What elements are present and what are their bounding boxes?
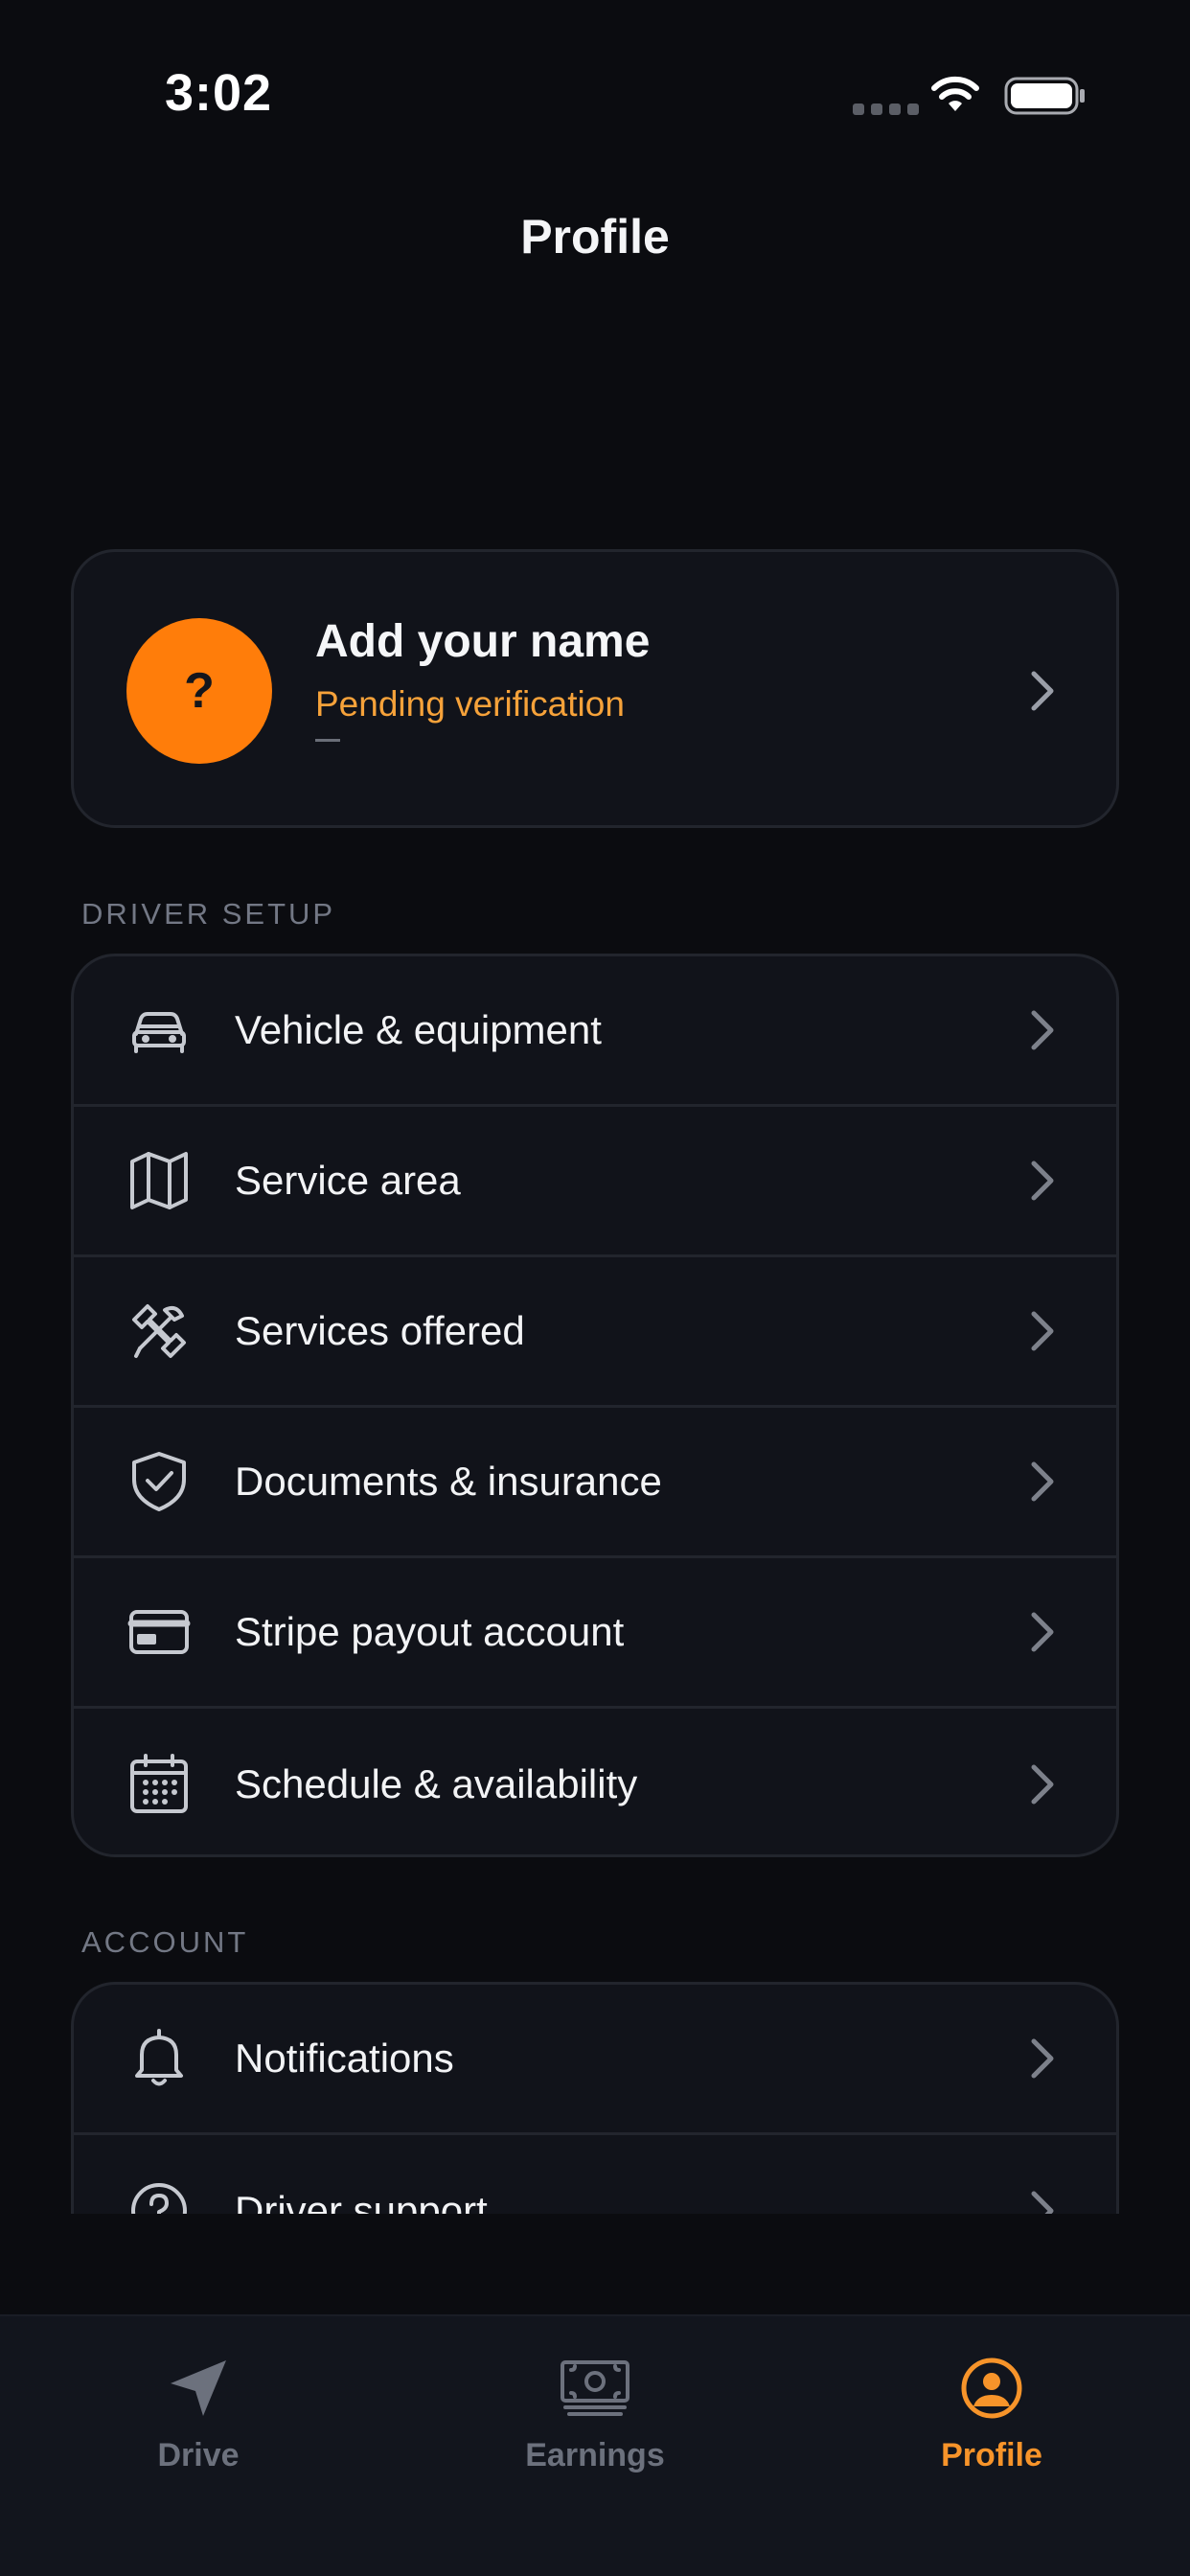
tab-label: Earnings [525, 2437, 665, 2473]
tab-drive[interactable]: Drive [0, 2316, 397, 2508]
navigation-arrow-icon [171, 2360, 226, 2416]
status-bar: 3:02 [0, 0, 1190, 192]
list-item-label: Documents & insurance [235, 1459, 662, 1504]
chevron-right-icon [1031, 2038, 1054, 2079]
verification-status: Pending verification [315, 684, 625, 724]
profile-secondary-placeholder [315, 739, 340, 742]
list-item-stripe-payout[interactable]: Stripe payout account [74, 1558, 1116, 1709]
chevron-right-icon [1031, 671, 1054, 711]
chevron-right-icon [1031, 1612, 1054, 1652]
list-item-services-offered[interactable]: Services offered [74, 1257, 1116, 1408]
shield-check-icon [132, 1452, 186, 1511]
tab-label: Profile [941, 2437, 1042, 2473]
list-item-label: Service area [235, 1158, 461, 1203]
car-icon [132, 1012, 186, 1053]
chevron-right-icon [1031, 1010, 1054, 1050]
chevron-right-icon [1031, 1461, 1054, 1502]
battery-icon [1004, 77, 1085, 115]
cellular-signal-icon [853, 104, 919, 115]
list-item-notifications[interactable]: Notifications [74, 1985, 1116, 2135]
list-item-service-area[interactable]: Service area [74, 1107, 1116, 1257]
tab-bar: Drive Earnings Profile [0, 2314, 1190, 2576]
list-item-label: Schedule & availability [235, 1760, 638, 1806]
account-list: Notifications Driver support [71, 1982, 1119, 2221]
list-item-vehicle-equipment[interactable]: Vehicle & equipment [74, 956, 1116, 1107]
profile-card[interactable]: ? Add your name Pending verification [71, 549, 1119, 828]
list-item-label: Stripe payout account [235, 1609, 625, 1654]
tools-icon [132, 1304, 186, 1358]
list-item-label: Services offered [235, 1308, 525, 1353]
driver-setup-list: Vehicle & equipment Service area Service… [71, 954, 1119, 1857]
list-item-label: Vehicle & equipment [235, 1007, 602, 1052]
list-item-label: Notifications [235, 2036, 454, 2081]
wifi-icon [931, 76, 979, 111]
tab-label: Drive [157, 2437, 240, 2473]
list-item-driver-support[interactable]: Driver support [74, 2135, 1116, 2221]
tab-earnings[interactable]: Earnings [397, 2316, 793, 2508]
tab-profile[interactable]: Profile [793, 2316, 1190, 2508]
chevron-right-icon [1031, 1311, 1054, 1351]
cash-icon [561, 2360, 629, 2416]
list-item-documents-insurance[interactable]: Documents & insurance [74, 1408, 1116, 1558]
list-item-schedule-availability[interactable]: Schedule & availability [74, 1709, 1116, 1854]
bell-icon [135, 2029, 183, 2086]
page-title: Profile [520, 210, 670, 264]
profile-name: Add your name [315, 616, 651, 667]
map-icon [130, 1152, 188, 1209]
chevron-right-icon [1031, 1764, 1054, 1804]
credit-card-icon [127, 1610, 191, 1654]
chevron-right-icon [1031, 1161, 1054, 1201]
avatar: ? [126, 618, 272, 764]
status-time: 3:02 [165, 64, 273, 122]
user-circle-icon [961, 2358, 1022, 2419]
section-label-account: ACCOUNT [81, 1925, 249, 1959]
calendar-icon [130, 1753, 188, 1813]
scroll-clip-area [0, 2214, 1190, 2314]
section-label-driver-setup: DRIVER SETUP [81, 897, 336, 931]
